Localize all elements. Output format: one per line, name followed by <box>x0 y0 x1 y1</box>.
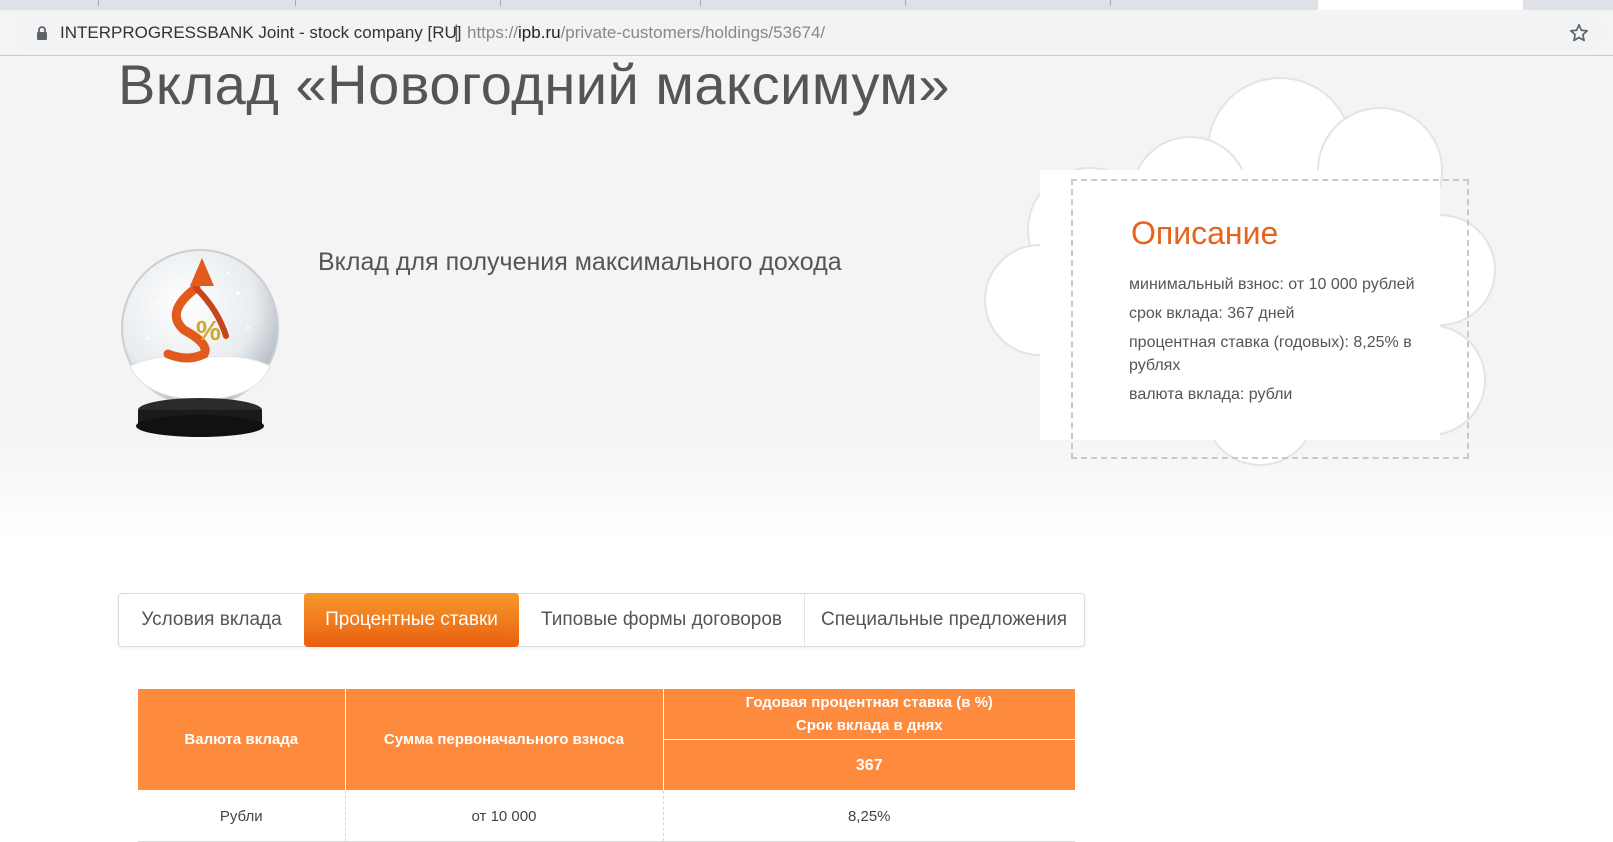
description-title: Описание <box>1131 215 1279 251</box>
tab-separator <box>295 0 296 6</box>
header-annual-rate: Годовая процентная ставка (в %) Срок вкла… <box>663 689 1075 740</box>
address-bar[interactable]: INTERPROGRESSBANK Joint - stock company … <box>16 15 1604 51</box>
svg-text:%: % <box>196 315 221 346</box>
rates-table: Валюта вклада Сумма первоначального взно… <box>138 689 1075 842</box>
header-rate-line1: Годовая процентная ставка (в %) <box>745 694 993 711</box>
cell-currency: Рубли <box>138 790 346 842</box>
browser-tab-strip <box>0 0 1613 10</box>
site-identity: INTERPROGRESSBANK Joint - stock company … <box>60 23 462 42</box>
description-item: валюта вклада: рубли <box>1129 386 1293 403</box>
tab-deposit-terms[interactable]: Условия вклада <box>119 594 305 646</box>
tab-separator <box>1110 0 1111 6</box>
description-box: Описание минимальный взнос: от 10 000 ру… <box>1071 179 1469 459</box>
tab-interest-rates[interactable]: Процентные ставки <box>304 593 519 647</box>
address-separator: | <box>454 22 459 42</box>
description-item: срок вклада: 367 дней <box>1129 305 1295 322</box>
snow-globe-icon: % <box>121 249 279 437</box>
page-title: Вклад «Новогодний максимум» <box>118 53 951 116</box>
deposit-tabs: Условия вклада Процентные ставки Типовые… <box>118 593 1085 647</box>
url-host: ipb.ru <box>518 23 561 42</box>
tab-separator <box>98 0 99 6</box>
header-rate-line2: Срок вклада в днях <box>795 717 943 734</box>
bookmark-star-icon[interactable] <box>1568 22 1590 44</box>
tab-separator <box>700 0 701 6</box>
browser-active-tab[interactable] <box>1318 0 1523 10</box>
cell-rate: 8,25% <box>663 790 1075 842</box>
cell-amount: от 10 000 <box>345 790 664 842</box>
url-text[interactable]: https://ipb.ru/private-customers/holding… <box>467 23 825 43</box>
lock-icon[interactable] <box>34 25 50 41</box>
deposit-tagline: Вклад для получения максимального дохода <box>318 248 842 276</box>
table-row: Рубли от 10 000 8,25% <box>138 790 1075 842</box>
description-item: процентная ставка (годовых): 8,25% в руб… <box>1129 334 1412 374</box>
tab-separator <box>905 0 906 6</box>
tab-special-offers[interactable]: Специальные предложения <box>804 594 1084 646</box>
header-currency: Валюта вклада <box>138 689 346 791</box>
description-list: минимальный взнос: от 10 000 рублей срок… <box>1129 273 1439 412</box>
tab-separator <box>500 0 501 6</box>
tab-contract-forms[interactable]: Типовые формы договоров <box>519 594 805 646</box>
header-initial-amount: Сумма первоначального взноса <box>345 689 664 791</box>
url-path: /private-customers/holdings/53674/ <box>560 23 826 42</box>
header-term-days: 367 <box>663 739 1075 791</box>
description-item: минимальный взнос: от 10 000 рублей <box>1129 276 1415 293</box>
url-scheme: https:// <box>467 23 519 42</box>
